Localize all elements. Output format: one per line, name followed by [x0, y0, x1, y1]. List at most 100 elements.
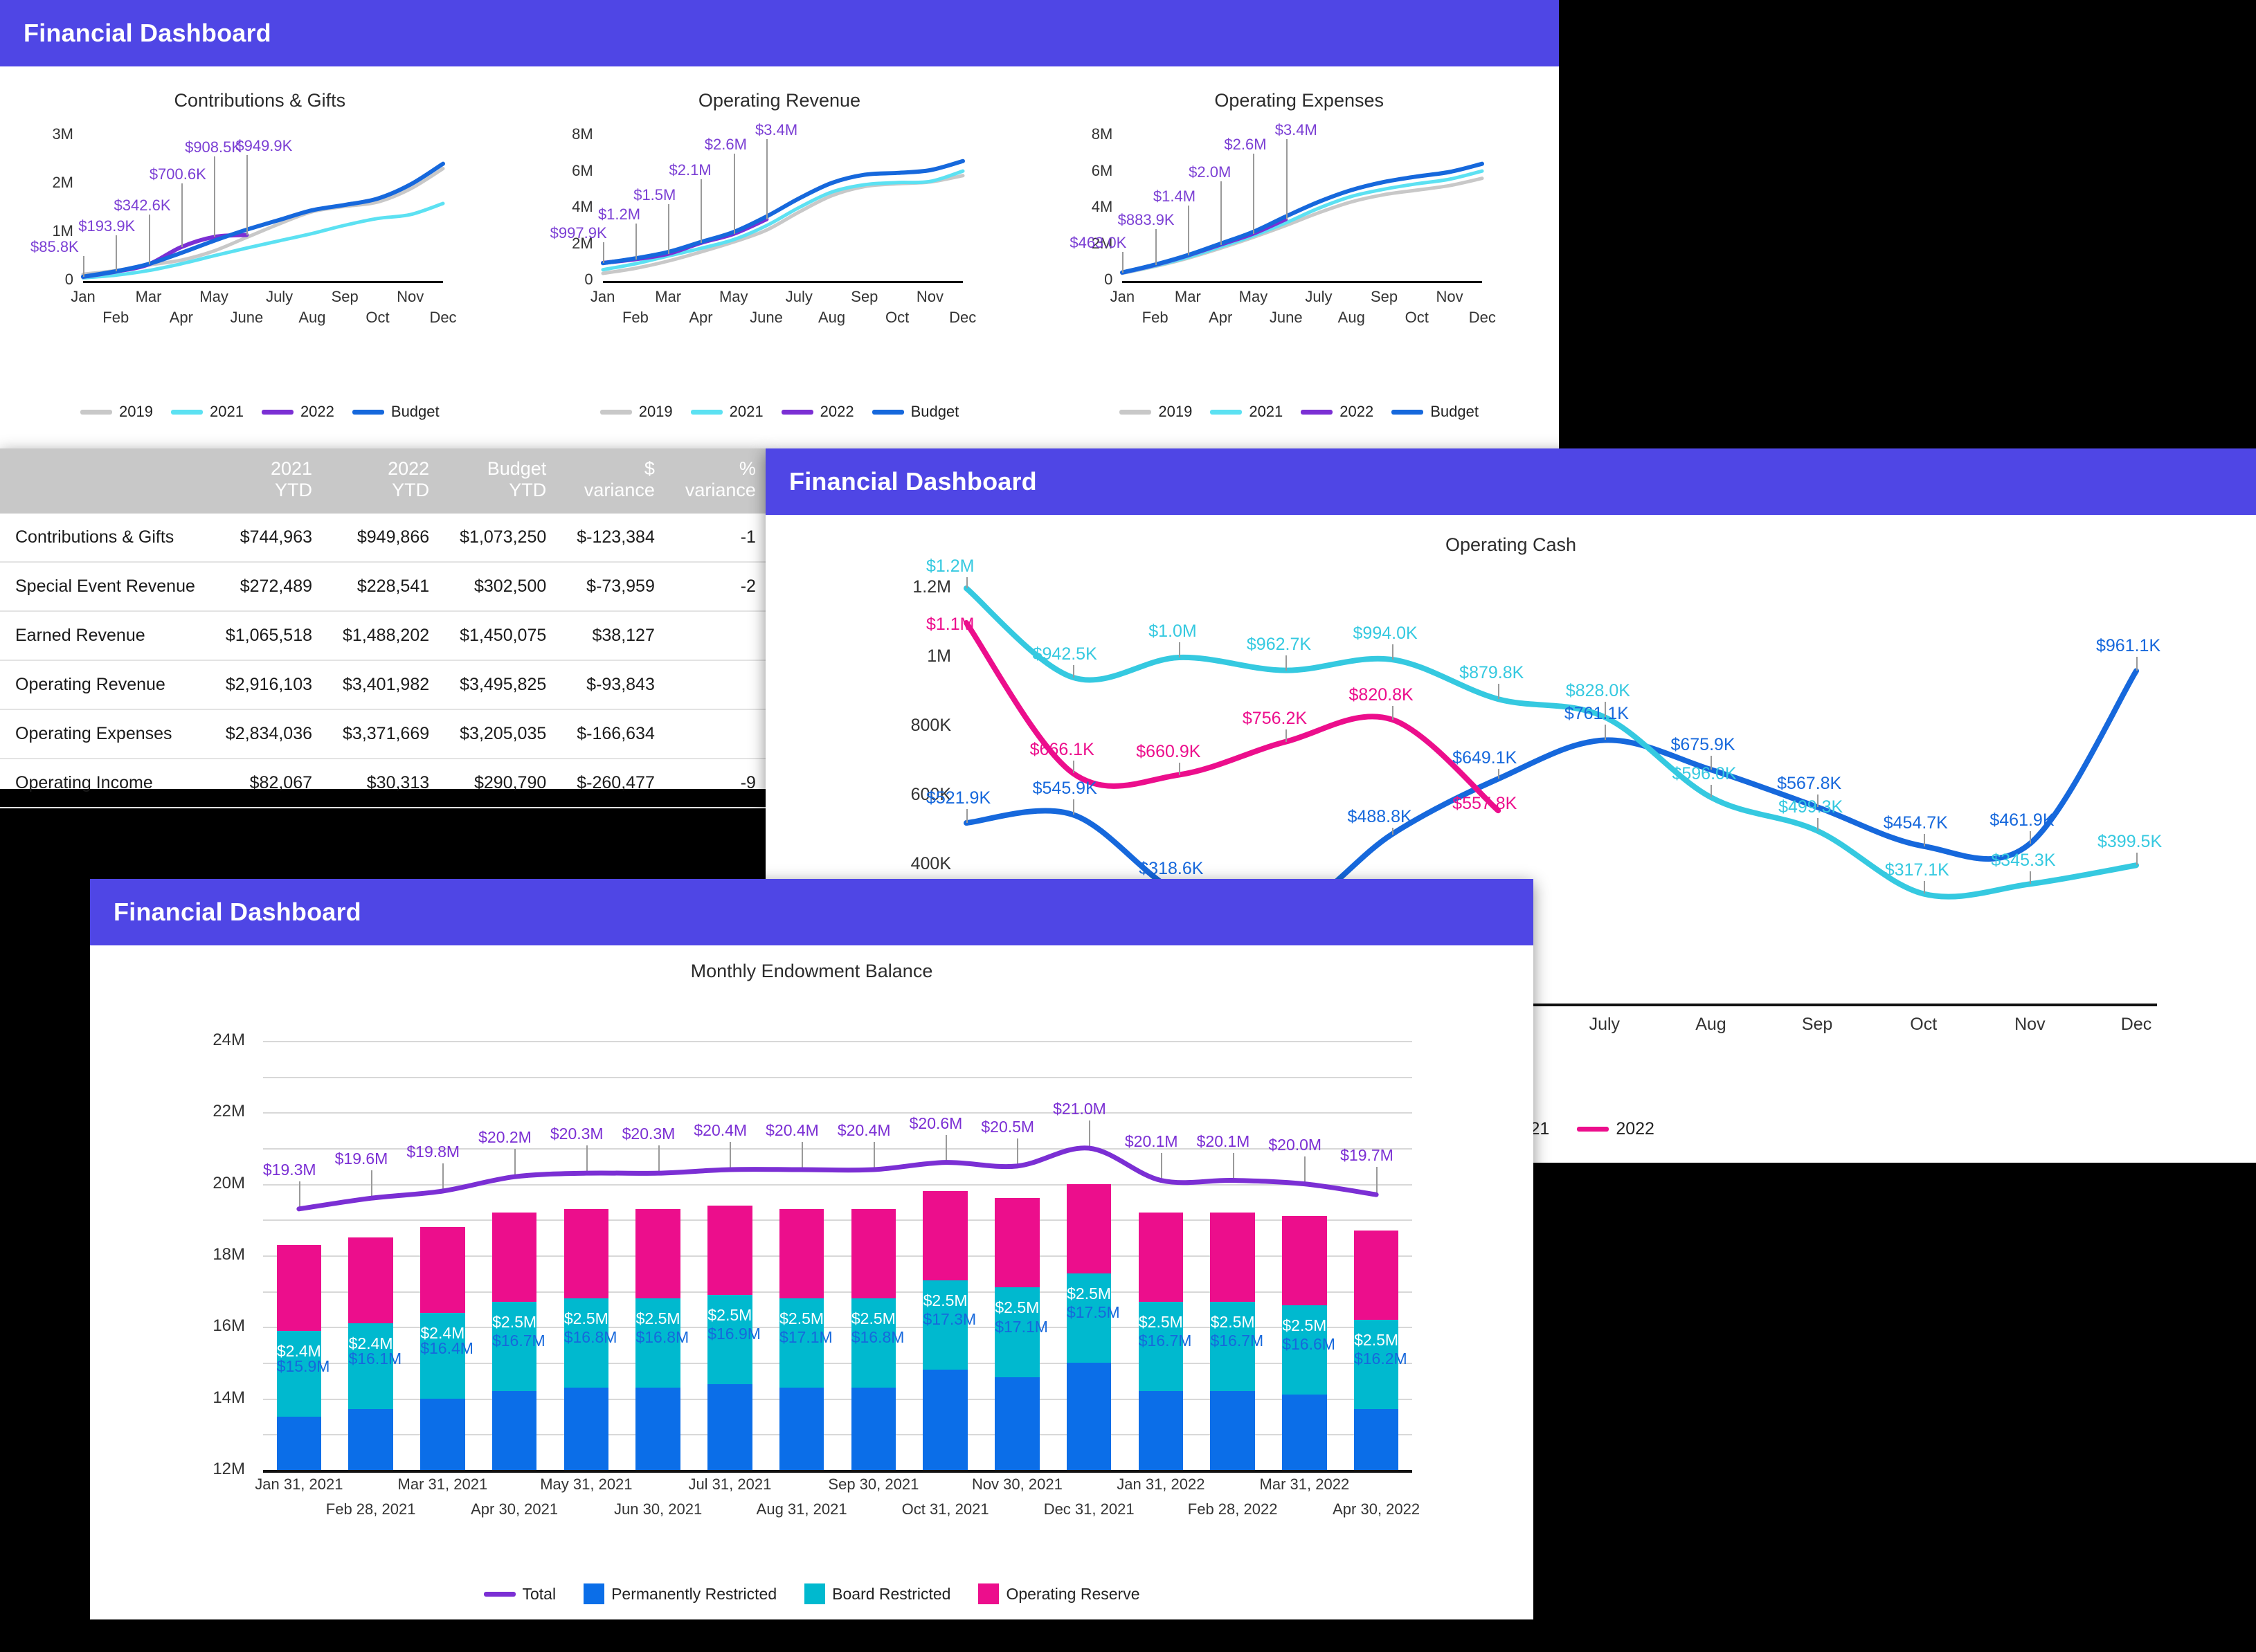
label-leader-line — [945, 1134, 947, 1163]
bar-column[interactable]: $2.5M $16.9M — [707, 1205, 761, 1470]
label-leader-line — [1285, 138, 1288, 219]
bar-segment-operating-reserve — [563, 1208, 609, 1298]
bar-column[interactable]: $2.5M $16.8M — [635, 1208, 689, 1470]
x-axis-tick: May — [199, 288, 228, 305]
bar-segment-operating-reserve — [1138, 1213, 1184, 1302]
bar-column[interactable]: $2.5M $17.5M — [1066, 1183, 1120, 1470]
cell-dollar-variance: $-166,634 — [561, 709, 670, 760]
segment-value-label: $2.5M — [779, 1309, 824, 1327]
bar-column[interactable]: $2.5M $16.8M — [563, 1208, 617, 1470]
cell-2021-ytd: $2,834,036 — [210, 709, 328, 760]
legend-item-budget[interactable]: Budget — [872, 403, 959, 421]
data-label: $649.1K — [1452, 748, 1517, 768]
label-leader-line — [1923, 881, 1925, 894]
cumulative-value-label: $16.9M — [707, 1324, 761, 1343]
bar-column[interactable]: $2.5M $17.1M — [779, 1208, 833, 1470]
legend-item-board-restricted[interactable]: Board Restricted — [804, 1583, 950, 1604]
label-leader-line — [733, 153, 735, 234]
legend-item-2019[interactable]: 2019 — [80, 403, 153, 421]
bar-column[interactable]: $2.5M $16.7M — [491, 1213, 545, 1470]
label-leader-line — [1072, 664, 1074, 678]
legend-item-2019[interactable]: 2019 — [599, 403, 673, 421]
legend-item-permanently-restricted[interactable]: Permanently Restricted — [584, 1583, 777, 1604]
legend-item-2022[interactable]: 2022 — [1577, 1119, 1654, 1139]
legend-swatch — [1577, 1127, 1609, 1132]
cell-dollar-variance: $38,127 — [561, 611, 670, 662]
data-label: $1.5M — [633, 185, 676, 203]
cell-budget-ytd: $3,495,825 — [444, 660, 562, 711]
bar-segment-operating-reserve — [276, 1244, 322, 1331]
legend-item-2022[interactable]: 2022 — [781, 403, 854, 421]
bar-column[interactable]: $2.5M $16.7M — [1210, 1213, 1263, 1470]
legend-item-2021[interactable]: 2021 — [1210, 403, 1283, 421]
data-label: $2.1M — [669, 161, 712, 179]
bar-column[interactable]: $2.5M $16.7M — [1138, 1213, 1191, 1470]
legend: 2019 2021 2022 Budget — [0, 403, 520, 421]
bar-segment-operating-reserve — [1066, 1183, 1112, 1273]
legend-item-budget[interactable]: Budget — [352, 403, 440, 421]
legend-item-operating-reserve[interactable]: Operating Reserve — [978, 1583, 1140, 1604]
bar-column[interactable]: $2.4M $15.9M — [276, 1244, 330, 1470]
legend-item-2021[interactable]: 2021 — [690, 403, 764, 421]
label-leader-line — [1391, 644, 1393, 660]
x-axis-tick: Mar 31, 2022 — [1259, 1476, 1350, 1493]
cumulative-value-label: $16.2M — [1353, 1350, 1407, 1368]
x-axis-tick: Jan — [1110, 288, 1135, 305]
endowment-plot: 12M 14M 16M 18M 20M 22M 24M $2.4M $15.9M $19.3M $2… — [173, 999, 1440, 1478]
legend-item-2021[interactable]: 2021 — [170, 403, 244, 421]
data-label: $1.2M — [926, 556, 975, 576]
cell-2022-ytd: $30,313 — [327, 759, 445, 809]
label-leader-line — [1604, 725, 1606, 741]
legend-swatch — [804, 1583, 826, 1604]
legend-label: 2022 — [300, 403, 334, 420]
legend-endowment: Total Permanently Restricted Board Restric… — [90, 1583, 1533, 1604]
x-axis-tick: May — [719, 288, 748, 305]
data-label: $567.8K — [1777, 774, 1842, 794]
x-axis-tick: Feb 28, 2022 — [1187, 1500, 1278, 1518]
table-row: Special Event Revenue $272,489 $228,541 $30… — [0, 562, 771, 612]
legend-swatch — [1210, 409, 1243, 415]
mini-chart-2: Operating Revenue 8M 6M 4M 2M 0 Jan Feb Mar Apr Ma… — [520, 66, 1040, 448]
legend-label: Board Restricted — [832, 1584, 951, 1603]
label-leader-line — [1122, 251, 1124, 273]
label-leader-line — [730, 1142, 732, 1170]
row-label: Special Event Revenue — [0, 562, 210, 612]
window-financial-dashboard-top: Financial Dashboard Contributions & Gift… — [0, 0, 1559, 448]
x-axis-tick: Oct — [1405, 309, 1429, 326]
segment-value-label: $2.5M — [1210, 1313, 1255, 1332]
legend-item-budget[interactable]: Budget — [1391, 403, 1479, 421]
bar-column[interactable]: $2.5M $16.2M — [1353, 1230, 1407, 1470]
bar-column[interactable]: $2.4M $16.1M — [348, 1237, 401, 1470]
y-axis-tick: 16M — [213, 1316, 245, 1336]
data-label: $675.9K — [1670, 735, 1735, 755]
label-leader-line — [1391, 827, 1393, 835]
data-label: $488.8K — [1347, 806, 1412, 826]
table-col-header-line: $ — [644, 458, 655, 479]
bar-column[interactable]: $2.5M $17.3M — [923, 1191, 976, 1470]
cell-pct-variance — [669, 660, 771, 711]
label-leader-line — [1017, 1138, 1019, 1166]
label-leader-line — [1711, 756, 1713, 770]
x-axis-tick: Jan 31, 2021 — [255, 1476, 343, 1493]
y-axis-tick: 22M — [213, 1102, 245, 1121]
data-label: $961.1K — [2096, 636, 2161, 656]
legend-item-2019[interactable]: 2019 — [1119, 403, 1192, 421]
legend-item-total[interactable]: Total — [483, 1585, 556, 1604]
cell-pct-variance: -1 — [669, 514, 771, 563]
bar-column[interactable]: $2.4M $16.4M — [420, 1226, 473, 1470]
bar-column[interactable]: $2.5M $17.1M — [995, 1198, 1048, 1470]
cell-budget-ytd: $3,205,035 — [444, 709, 562, 760]
window-title: Financial Dashboard — [789, 467, 1037, 496]
line-series-svg — [1120, 161, 1485, 275]
label-leader-line — [1187, 206, 1189, 256]
gridline — [263, 1076, 1412, 1078]
bar-column[interactable]: $2.5M $16.6M — [1282, 1216, 1335, 1470]
cell-pct-variance — [669, 709, 771, 760]
bar-column[interactable]: $2.5M $16.8M — [851, 1208, 904, 1470]
label-leader-line — [2136, 853, 2138, 866]
legend-item-2022[interactable]: 2022 — [1301, 403, 1373, 421]
label-leader-line — [370, 1170, 372, 1199]
line-series-svg — [600, 158, 965, 275]
data-label: $85.8K — [30, 237, 79, 255]
legend-item-2022[interactable]: 2022 — [261, 403, 334, 421]
